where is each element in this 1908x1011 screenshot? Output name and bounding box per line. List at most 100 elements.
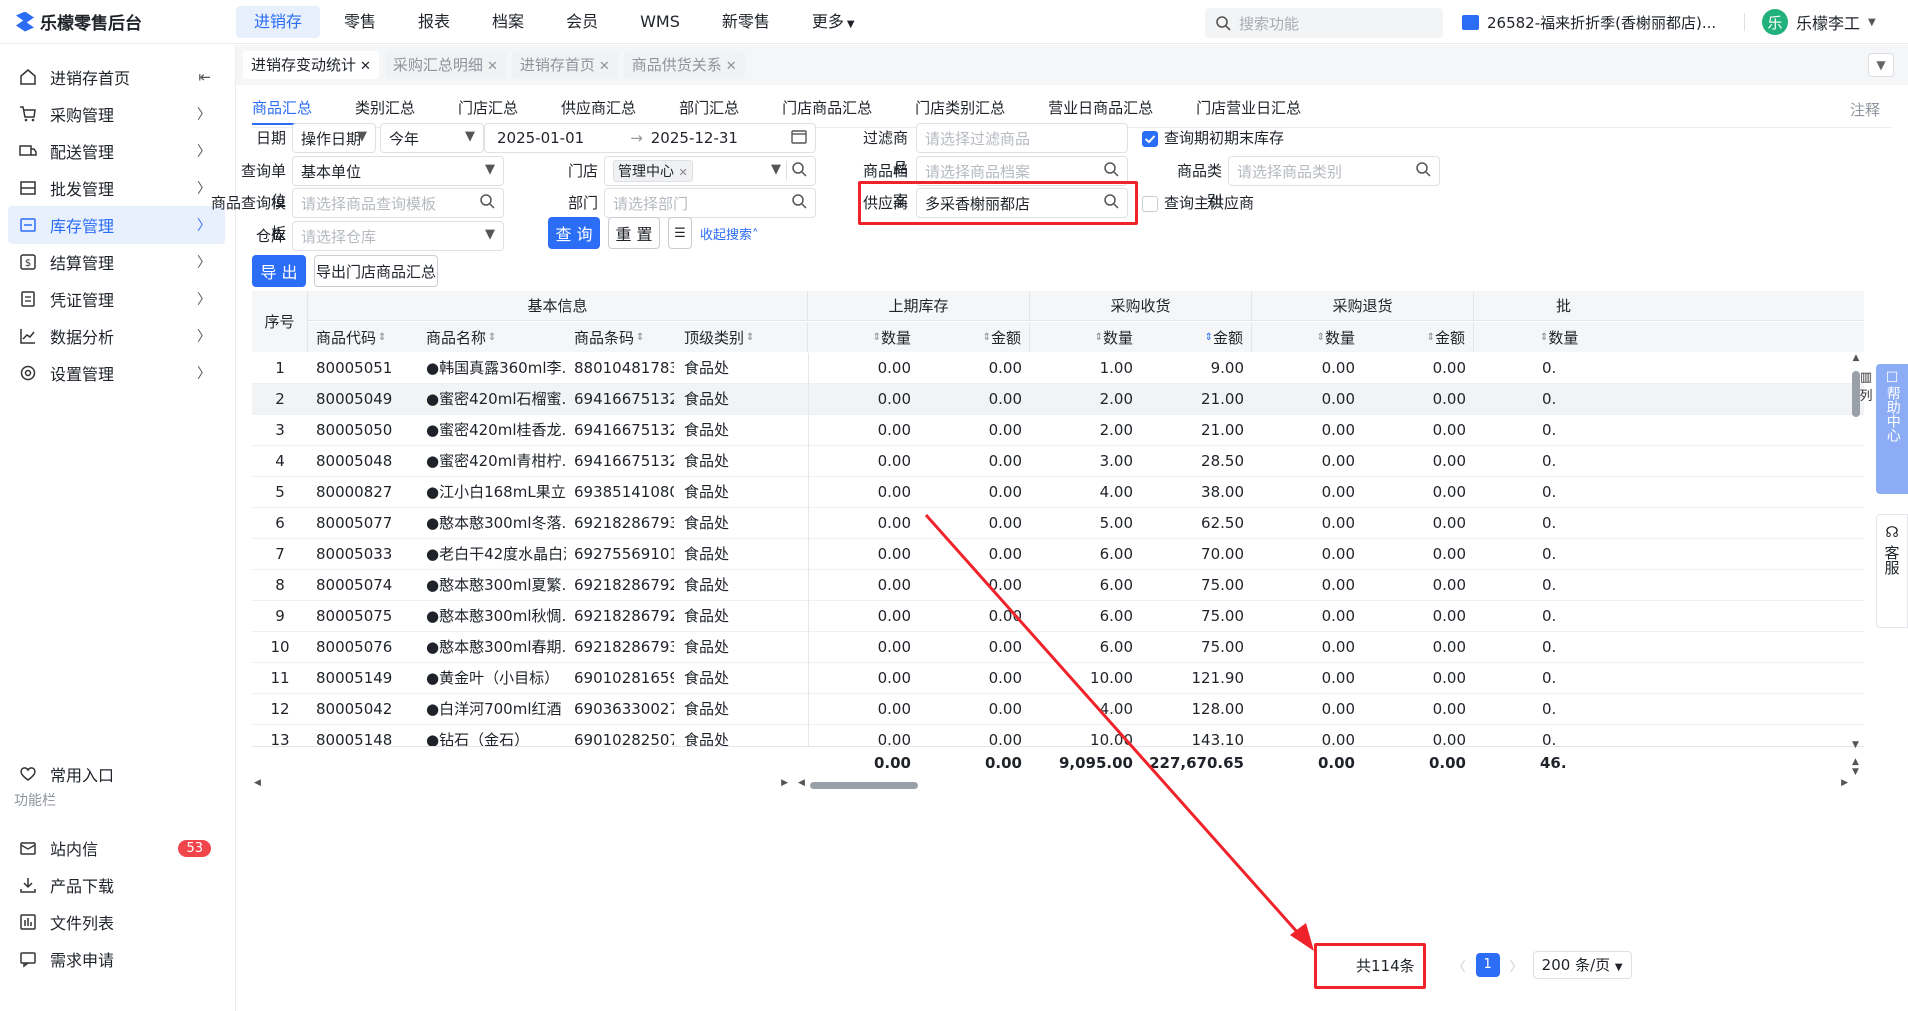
inventory-checkbox[interactable]: [1142, 131, 1158, 147]
search-icon[interactable]: [791, 193, 809, 211]
scroll-down-icon-2[interactable]: ▲: [1852, 757, 1859, 767]
close-icon[interactable]: ✕: [360, 59, 371, 74]
close-icon[interactable]: ✕: [726, 59, 737, 74]
close-icon[interactable]: ✕: [599, 59, 610, 74]
tab-inventory-home[interactable]: 进销存首页 ✕: [511, 51, 618, 79]
table-row[interactable]: 4 80005048 ●蜜密420ml青柑柠... 69416675132... 食品处…: [252, 446, 1864, 477]
sidebar-item-home[interactable]: 进销存首页 ⇤: [8, 58, 225, 96]
topnav-archive[interactable]: 档案: [474, 6, 542, 38]
subtab-category[interactable]: 类别汇总: [355, 97, 415, 125]
scroll-down-icon-3[interactable]: ▼: [1852, 767, 1859, 777]
col-barcode[interactable]: 商品条码 ⇕: [566, 322, 676, 352]
scroll-left-icon[interactable]: ◀: [798, 778, 805, 788]
topnav-wms[interactable]: WMS: [622, 6, 698, 38]
col-wholesale-qty[interactable]: ⇕ 数量: [1474, 322, 1864, 352]
filter-goods-input[interactable]: 请选择过滤商品: [916, 123, 1128, 153]
app-logo[interactable]: 乐檬零售后台: [0, 9, 236, 34]
query-button[interactable]: 查 询: [548, 217, 600, 249]
sidebar-item-download[interactable]: 产品下载: [8, 866, 225, 904]
reset-button[interactable]: 重 置: [608, 217, 660, 249]
sidebar-item-files[interactable]: 文件列表: [8, 903, 225, 941]
subtab-store-category[interactable]: 门店类别汇总: [915, 97, 1005, 125]
store-select[interactable]: 管理中心 ✕ ▼: [604, 156, 816, 186]
sidebar-item-common[interactable]: 常用入口: [8, 755, 225, 793]
tab-inventory-change[interactable]: 进销存变动统计 ✕: [243, 51, 379, 79]
search-icon[interactable]: [1415, 161, 1433, 179]
subtab-store-goods[interactable]: 门店商品汇总: [782, 97, 872, 125]
table-row[interactable]: 5 80000827 ●江小白168mL果立... 69385141080... 食品处…: [252, 477, 1864, 508]
prev-page-icon[interactable]: 〈: [1453, 956, 1466, 975]
sidebar-item-wholesale[interactable]: 批发管理 〉: [8, 169, 225, 207]
store-selector[interactable]: 26582-福来折折季(香榭丽都店)...: [1462, 0, 1716, 44]
subtab-store[interactable]: 门店汇总: [458, 97, 518, 125]
sidebar-item-analytics[interactable]: 数据分析 〉: [8, 317, 225, 355]
page-1-button[interactable]: 1: [1475, 953, 1500, 977]
warehouse-select[interactable]: 请选择仓库 ▼: [292, 221, 504, 251]
search-icon[interactable]: [1103, 161, 1121, 179]
column-setting-button[interactable]: ▥列: [1856, 370, 1876, 404]
subtab-supplier[interactable]: 供应商汇总: [561, 97, 636, 125]
search-icon[interactable]: [479, 193, 497, 211]
col-name[interactable]: 商品名称 ⇕: [418, 322, 566, 352]
sidebar-item-settings[interactable]: 设置管理 〉: [8, 354, 225, 392]
sidebar-item-request[interactable]: 需求申请: [8, 940, 225, 978]
sidebar-item-messages[interactable]: 站内信 53: [8, 829, 225, 867]
topnav-member[interactable]: 会员: [548, 6, 616, 38]
help-center-button[interactable]: ☐ 帮助中心: [1876, 364, 1908, 494]
col-receive-amount[interactable]: ⇕ 金额: [1141, 322, 1252, 352]
template-input[interactable]: 请选择商品查询模板: [292, 188, 504, 218]
unit-select[interactable]: 基本单位 ▼: [292, 156, 504, 186]
col-return-amount[interactable]: ⇕ 金额: [1363, 322, 1474, 352]
topnav-more[interactable]: 更多 ▼: [794, 6, 873, 38]
collapse-sidebar-icon[interactable]: ⇤: [198, 68, 211, 86]
dept-input[interactable]: 请选择部门: [604, 188, 816, 218]
col-category[interactable]: 顶级类别 ⇕: [676, 322, 808, 352]
date-range-picker[interactable]: 2025-01-01 → 2025-12-31: [484, 123, 816, 153]
user-menu[interactable]: 乐 乐檬李工 ▼: [1762, 0, 1876, 44]
export-store-goods-button[interactable]: 导出门店商品汇总: [314, 255, 438, 287]
search-icon[interactable]: [791, 161, 809, 179]
scroll-up-icon[interactable]: ▲: [1848, 353, 1864, 363]
topnav-retail[interactable]: 零售: [326, 6, 394, 38]
subtab-department[interactable]: 部门汇总: [679, 97, 739, 125]
col-return-qty[interactable]: ⇕ 数量: [1252, 322, 1363, 352]
sidebar-item-purchase[interactable]: 采购管理 〉: [8, 95, 225, 133]
function-search[interactable]: 搜索功能: [1205, 8, 1443, 38]
table-row[interactable]: 2 80005049 ●蜜密420ml石榴蜜... 69416675132... 食品处…: [252, 384, 1864, 415]
tab-purchase-detail[interactable]: 采购汇总明细 ✕: [384, 51, 506, 79]
scroll-left-icon[interactable]: ◀: [254, 778, 261, 788]
sidebar-item-inventory[interactable]: 库存管理 〉: [8, 206, 225, 244]
date-type-select[interactable]: 操作日期 ▼: [292, 123, 376, 153]
close-icon[interactable]: ✕: [678, 166, 687, 179]
subtab-goods[interactable]: 商品汇总: [252, 97, 313, 125]
notes-link[interactable]: 注释: [1850, 99, 1880, 120]
sidebar-item-voucher[interactable]: 凭证管理 〉: [8, 280, 225, 318]
col-prev-qty[interactable]: ⇕ 数量: [808, 322, 919, 352]
topnav-reports[interactable]: 报表: [400, 6, 468, 38]
col-code[interactable]: 商品代码 ⇕: [308, 322, 418, 352]
left-horizontal-scrollbar[interactable]: ◀ ▶: [252, 778, 792, 792]
date-preset-select[interactable]: 今年 ▼: [380, 123, 484, 153]
scroll-right-icon[interactable]: ▶: [1841, 778, 1848, 788]
topnav-new-retail[interactable]: 新零售: [704, 6, 788, 38]
filter-settings-button[interactable]: ☰: [668, 217, 692, 249]
main-supplier-checkbox[interactable]: [1142, 196, 1158, 212]
scroll-down-icon[interactable]: ▼: [1852, 740, 1859, 750]
subtab-store-businessday[interactable]: 门店营业日汇总: [1196, 97, 1301, 125]
tab-dropdown-button[interactable]: ▼: [1868, 53, 1894, 77]
category-input[interactable]: 请选择商品类别: [1228, 156, 1440, 186]
subtab-businessday-goods[interactable]: 营业日商品汇总: [1048, 97, 1153, 125]
col-prev-amount[interactable]: ⇕ 金额: [919, 322, 1030, 352]
scroll-right-icon[interactable]: ▶: [781, 778, 788, 788]
page-size-select[interactable]: 200 条/页 ▼: [1532, 951, 1632, 979]
export-button[interactable]: 导 出: [252, 255, 306, 287]
tab-supply-relation[interactable]: 商品供货关系 ✕: [623, 51, 745, 79]
sidebar-item-settlement[interactable]: $ 结算管理 〉: [8, 243, 225, 281]
next-page-icon[interactable]: 〉: [1510, 956, 1523, 975]
sidebar-item-delivery[interactable]: 配送管理 〉: [8, 132, 225, 170]
table-row[interactable]: 1 80005051 ●韩国真露360ml李... 88010481783... 食品处…: [252, 353, 1864, 384]
topnav-inventory[interactable]: 进销存: [236, 5, 321, 38]
customer-service-button[interactable]: ☊ 客服: [1876, 514, 1908, 628]
table-row[interactable]: 3 80005050 ●蜜密420ml桂香龙... 69416675132... 食品处…: [252, 415, 1864, 446]
col-receive-qty[interactable]: ⇕ 数量: [1030, 322, 1141, 352]
